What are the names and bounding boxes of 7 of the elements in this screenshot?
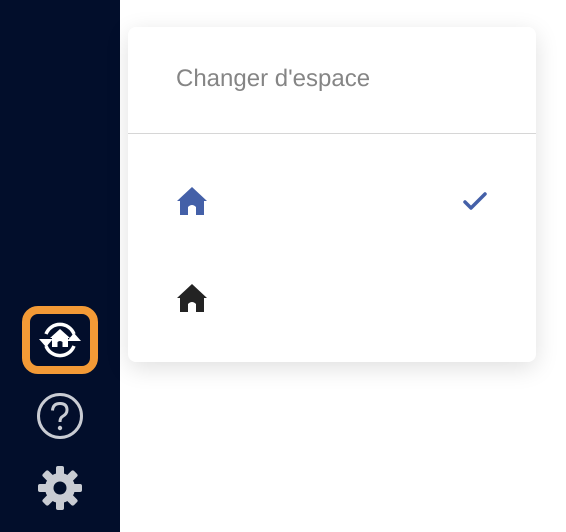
home-icon [176,184,208,216]
check-icon [462,190,488,210]
help-icon [36,392,84,440]
menu-title: Changer d'espace [175,64,372,94]
settings-icon [36,464,84,512]
switch-space-button[interactable] [22,306,98,374]
home-icon [176,282,208,314]
